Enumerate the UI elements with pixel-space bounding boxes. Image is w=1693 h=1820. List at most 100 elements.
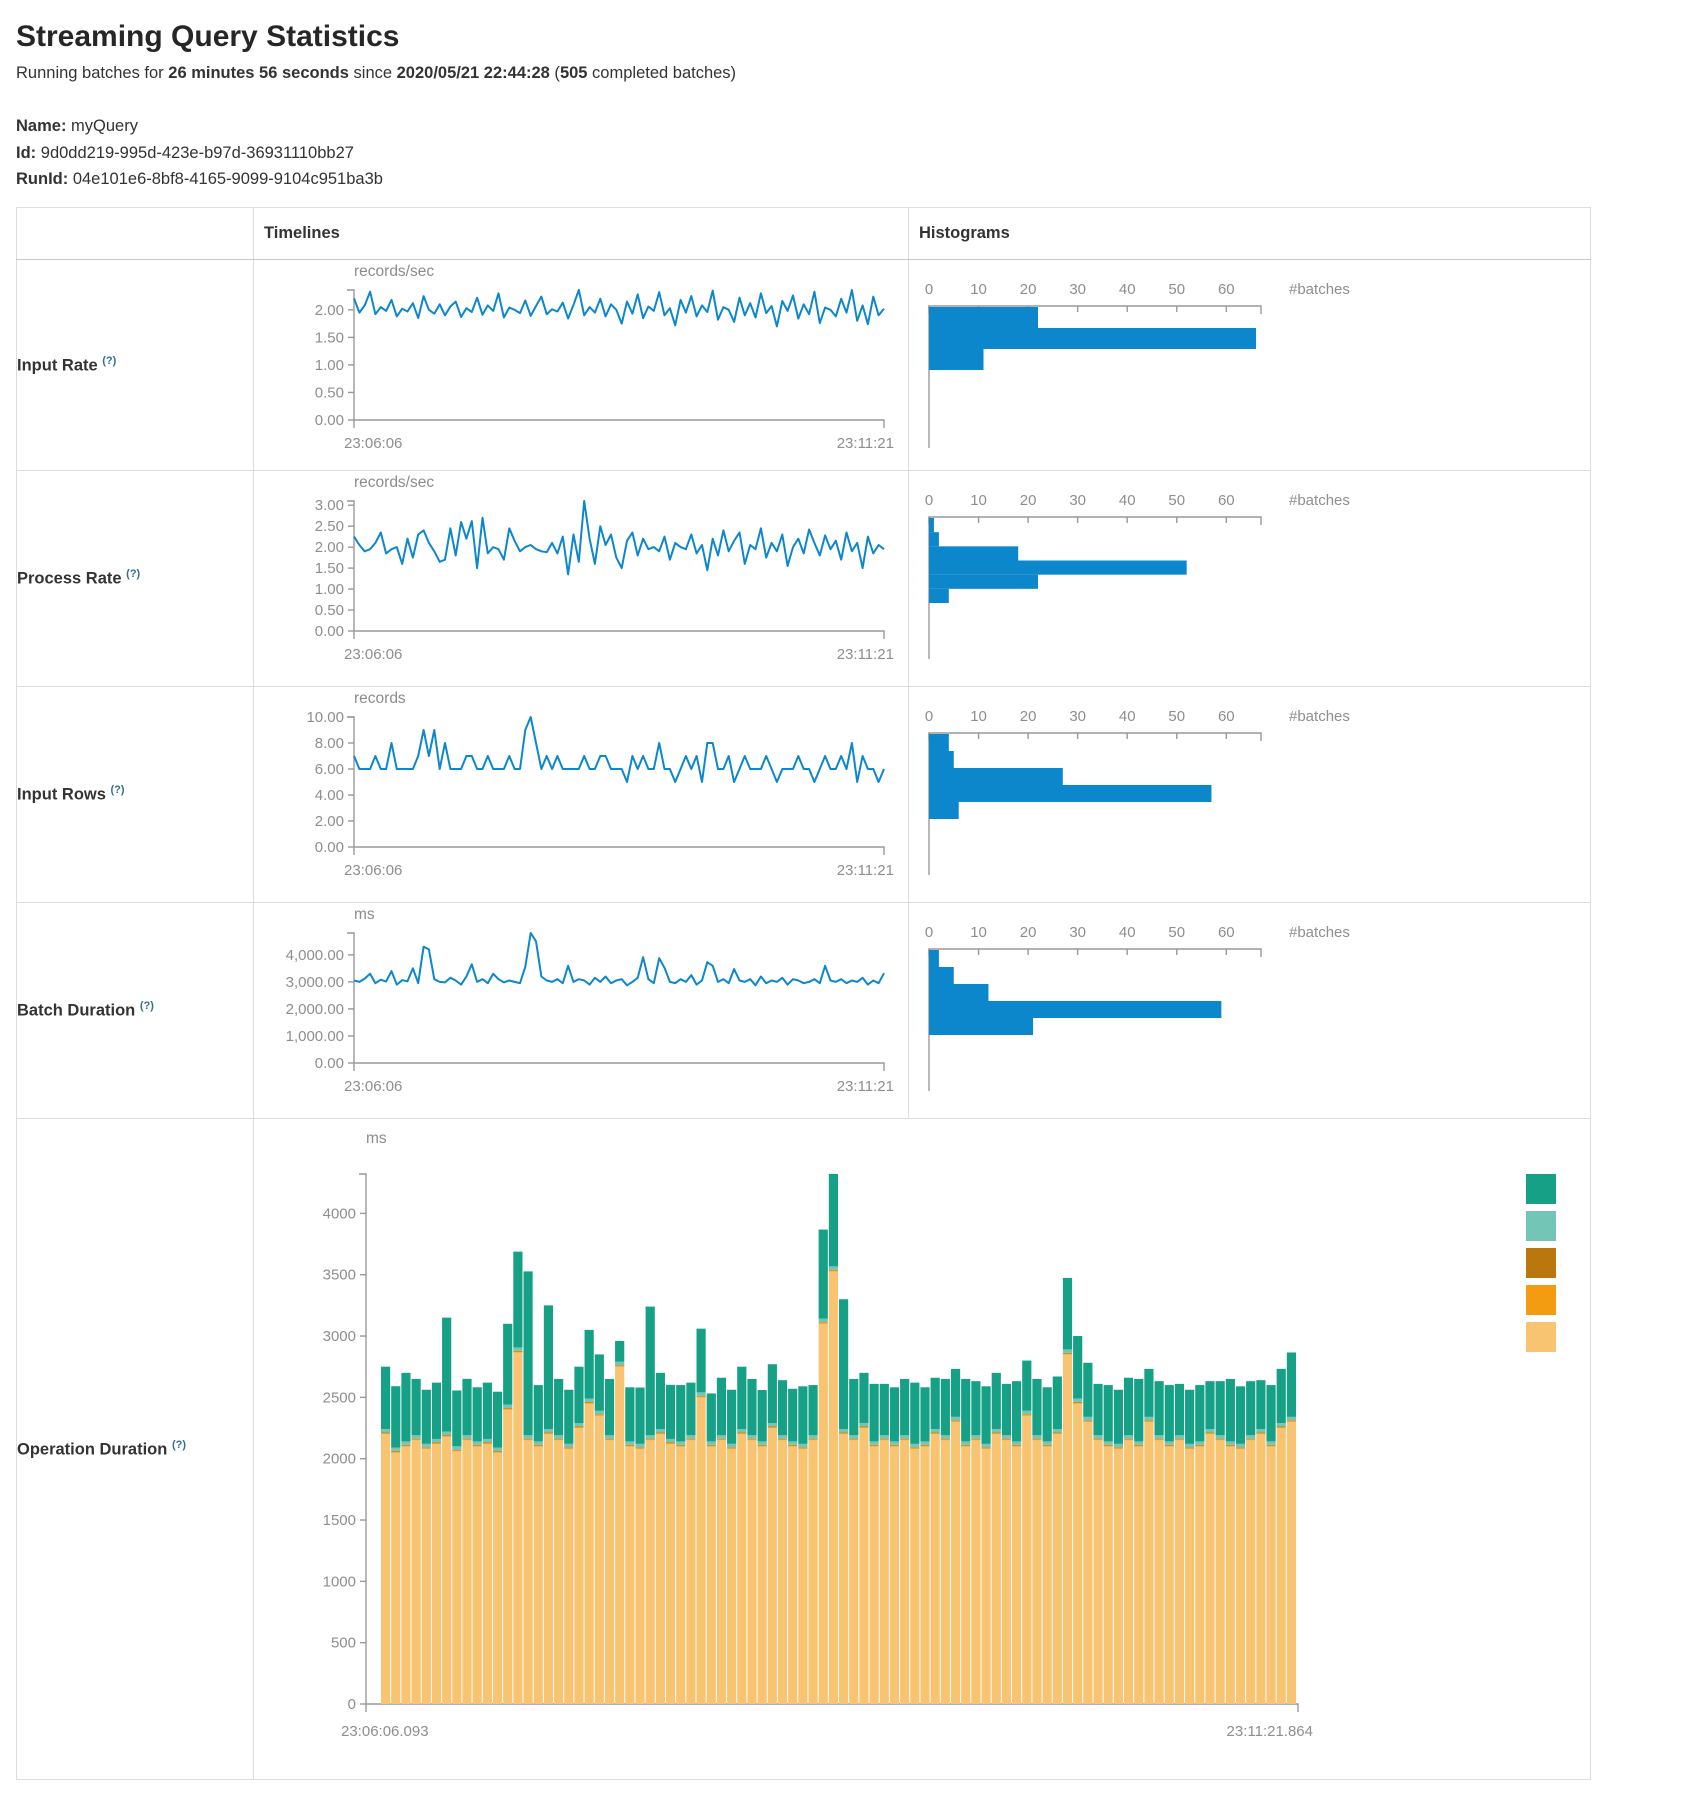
svg-text:10: 10 xyxy=(970,708,987,725)
svg-text:0: 0 xyxy=(925,492,933,509)
histograms-header: Histograms xyxy=(909,208,1591,260)
svg-text:records: records xyxy=(354,690,406,707)
batch-duration-label: Batch Duration xyxy=(17,1002,135,1020)
svg-text:0.00: 0.00 xyxy=(315,623,344,640)
query-name-line: Name: myQuery xyxy=(16,113,1677,140)
svg-text:3500: 3500 xyxy=(323,1267,356,1284)
svg-text:#batches: #batches xyxy=(1289,708,1350,725)
batch-duration-timeline-chart: ms0.001,000.002,000.003,000.004,000.0023… xyxy=(254,903,909,1118)
svg-text:1500: 1500 xyxy=(323,1512,356,1529)
svg-text:23:11:21: 23:11:21 xyxy=(837,646,894,663)
svg-text:30: 30 xyxy=(1069,492,1086,509)
svg-text:#batches: #batches xyxy=(1289,924,1350,941)
svg-text:23:11:21: 23:11:21 xyxy=(837,1078,894,1095)
query-id-line: Id: 9d0dd219-995d-423e-b97d-36931110bb27 xyxy=(16,140,1677,167)
svg-text:10.00: 10.00 xyxy=(306,709,344,726)
svg-text:records/sec: records/sec xyxy=(354,263,434,280)
svg-text:40: 40 xyxy=(1119,708,1136,725)
legend-swatch xyxy=(1526,1211,1556,1241)
svg-text:40: 40 xyxy=(1119,924,1136,941)
svg-text:3000: 3000 xyxy=(323,1328,356,1345)
process-rate-histogram-chart: 0102030405060#batches xyxy=(909,471,1589,686)
query-id-value: 9d0dd219-995d-423e-b97d-36931110bb27 xyxy=(41,144,354,162)
input-rate-timeline-chart: records/sec0.000.501.001.502.0023:06:062… xyxy=(254,260,909,470)
svg-text:1.50: 1.50 xyxy=(315,560,344,577)
svg-text:30: 30 xyxy=(1069,708,1086,725)
svg-text:23:06:06: 23:06:06 xyxy=(344,862,402,879)
query-name-value: myQuery xyxy=(71,117,138,135)
timelines-header: Timelines xyxy=(254,208,909,260)
completed-batch-count: 505 xyxy=(560,64,588,82)
page-title: Streaming Query Statistics xyxy=(16,20,1677,54)
operation-duration-legend xyxy=(1526,1174,1556,1352)
svg-text:60: 60 xyxy=(1218,281,1235,298)
input-rate-row: Input Rate (?) records/sec0.000.501.001.… xyxy=(17,260,1591,471)
svg-text:#batches: #batches xyxy=(1289,492,1350,509)
batch-duration-help-icon[interactable]: (?) xyxy=(140,1000,154,1012)
process-rate-help-icon[interactable]: (?) xyxy=(126,568,140,580)
svg-text:4,000.00: 4,000.00 xyxy=(286,947,344,964)
svg-text:1.50: 1.50 xyxy=(315,330,344,347)
start-timestamp: 2020/05/21 22:44:28 xyxy=(397,64,550,82)
svg-text:50: 50 xyxy=(1168,492,1185,509)
input-rate-histogram-chart: 0102030405060#batches xyxy=(909,260,1589,470)
batch-duration-row: Batch Duration (?) ms0.001,000.002,000.0… xyxy=(17,903,1591,1119)
svg-text:50: 50 xyxy=(1168,281,1185,298)
svg-text:6.00: 6.00 xyxy=(315,761,344,778)
run-duration: 26 minutes 56 seconds xyxy=(168,64,349,82)
streaming-query-statistics-page: { "colors": {"line_blue": "#0D87CC", "hi… xyxy=(0,0,1693,1810)
query-metadata: Name: myQuery Id: 9d0dd219-995d-423e-b97… xyxy=(16,113,1677,193)
svg-text:2.00: 2.00 xyxy=(315,302,344,319)
svg-text:0.00: 0.00 xyxy=(315,412,344,429)
svg-text:4.00: 4.00 xyxy=(315,787,344,804)
batch-duration-histogram-chart: 0102030405060#batches xyxy=(909,903,1589,1118)
svg-text:3,000.00: 3,000.00 xyxy=(286,974,344,991)
operation-duration-label-cell: Operation Duration (?) xyxy=(17,1119,254,1780)
input-rate-label: Input Rate xyxy=(17,356,98,374)
input-rows-histogram-chart: 0102030405060#batches xyxy=(909,687,1589,902)
input-rows-label: Input Rows xyxy=(17,786,106,804)
svg-text:4000: 4000 xyxy=(323,1206,356,1223)
process-rate-label: Process Rate xyxy=(17,570,122,588)
svg-text:23:11:21: 23:11:21 xyxy=(837,862,894,879)
svg-text:60: 60 xyxy=(1218,924,1235,941)
svg-text:1.00: 1.00 xyxy=(315,581,344,598)
svg-text:60: 60 xyxy=(1218,708,1235,725)
svg-text:20: 20 xyxy=(1020,708,1037,725)
table-header-row: Timelines Histograms xyxy=(17,208,1591,260)
svg-text:30: 30 xyxy=(1069,281,1086,298)
process-rate-timeline-chart: records/sec0.000.501.001.502.002.503.002… xyxy=(254,471,909,686)
svg-text:0.50: 0.50 xyxy=(315,602,344,619)
svg-text:50: 50 xyxy=(1168,708,1185,725)
svg-text:40: 40 xyxy=(1119,281,1136,298)
svg-text:20: 20 xyxy=(1020,281,1037,298)
svg-text:500: 500 xyxy=(331,1635,356,1652)
process-rate-label-cell: Process Rate (?) xyxy=(17,471,254,687)
svg-text:0.00: 0.00 xyxy=(315,839,344,856)
svg-text:23:06:06: 23:06:06 xyxy=(344,1078,402,1095)
svg-text:1000: 1000 xyxy=(323,1573,356,1590)
statistics-table: Timelines Histograms Input Rate (?) reco… xyxy=(16,207,1591,1780)
legend-swatch xyxy=(1526,1285,1556,1315)
operation-duration-stacked-chart: ms0500100015002000250030003500400023:06:… xyxy=(254,1119,1589,1779)
input-rows-row: Input Rows (?) records0.002.004.006.008.… xyxy=(17,687,1591,903)
svg-text:40: 40 xyxy=(1119,492,1136,509)
legend-swatch xyxy=(1526,1248,1556,1278)
svg-text:23:11:21.864: 23:11:21.864 xyxy=(1227,1723,1313,1740)
svg-text:0: 0 xyxy=(925,281,933,298)
svg-text:10: 10 xyxy=(970,281,987,298)
svg-text:2000: 2000 xyxy=(323,1451,356,1468)
query-runid-value: 04e101e6-8bf8-4165-9099-9104c951ba3b xyxy=(73,170,383,188)
svg-text:1,000.00: 1,000.00 xyxy=(286,1028,344,1045)
svg-text:23:11:21: 23:11:21 xyxy=(837,435,894,452)
svg-text:23:06:06: 23:06:06 xyxy=(344,435,402,452)
input-rows-help-icon[interactable]: (?) xyxy=(111,784,125,796)
process-rate-row: Process Rate (?) records/sec0.000.501.00… xyxy=(17,471,1591,687)
query-name-label: Name: xyxy=(16,117,66,135)
svg-text:ms: ms xyxy=(354,906,375,923)
input-rate-help-icon[interactable]: (?) xyxy=(102,355,116,367)
operation-duration-help-icon[interactable]: (?) xyxy=(172,1439,186,1451)
svg-text:20: 20 xyxy=(1020,924,1037,941)
query-runid-line: RunId: 04e101e6-8bf8-4165-9099-9104c951b… xyxy=(16,166,1677,193)
svg-text:8.00: 8.00 xyxy=(315,735,344,752)
